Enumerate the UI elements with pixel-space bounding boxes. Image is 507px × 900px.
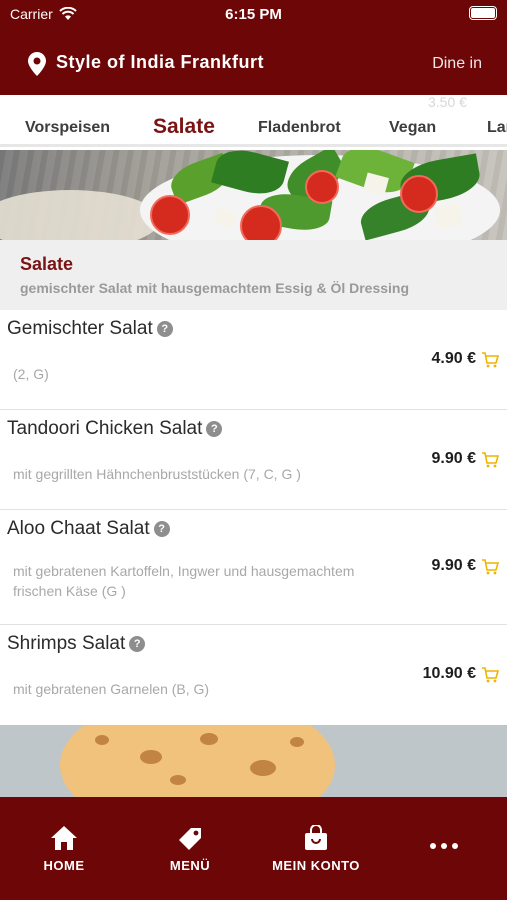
item-name: Aloo Chaat Salat	[7, 518, 150, 539]
battery-icon	[469, 6, 497, 20]
section-description: gemischter Salat mit hausgemachtem Essig…	[20, 280, 410, 296]
info-icon[interactable]: ?	[153, 521, 170, 537]
tab-vegan[interactable]: Vegan	[389, 119, 436, 137]
category-banner-image	[0, 150, 507, 240]
dine-in-toggle[interactable]: Dine in	[432, 55, 482, 73]
item-price: 4.90 €	[431, 350, 476, 367]
item-name: Shrimps Salat	[7, 633, 126, 654]
item-description: mit gegrillten Hähnchenbruststücken (7, …	[13, 466, 301, 482]
tab-home-label: HOME	[43, 858, 85, 873]
info-icon[interactable]: ?	[206, 421, 223, 437]
ghost-price: 3.50 €	[428, 95, 467, 110]
tab-menu-label: MENÜ	[169, 858, 211, 873]
item-price: 9.90 €	[431, 557, 476, 574]
tab-menu[interactable]: MENÜ	[140, 825, 240, 873]
item-description: (2, G)	[13, 366, 49, 382]
next-category-banner-image	[0, 725, 507, 797]
tab-lamm[interactable]: Lar	[487, 119, 507, 137]
menu-item[interactable]: Shrimps Salat ? mit gebratenen Garnelen …	[0, 625, 507, 725]
more-button[interactable]	[394, 837, 494, 855]
clock: 6:15 PM	[225, 6, 282, 23]
menu-item[interactable]: Gemischter Salat ? (2, G) 4.90 €	[0, 310, 507, 410]
status-bar: Carrier 6:15 PM	[0, 0, 507, 28]
menu-item[interactable]: Tandoori Chicken Salat ? mit gegrillten …	[0, 410, 507, 510]
info-icon[interactable]: ?	[129, 636, 146, 652]
item-price: 9.90 €	[431, 450, 476, 467]
item-name: Tandoori Chicken Salat	[7, 418, 203, 439]
item-name-row: Gemischter Salat ?	[7, 318, 173, 340]
top-bar: Carrier 6:15 PM Style of India Frankfurt…	[0, 0, 507, 95]
tab-account-label: MEIN KONTO	[272, 858, 360, 873]
item-name-row: Tandoori Chicken Salat ?	[7, 418, 223, 440]
shopping-bag-icon	[305, 824, 327, 850]
location-pin-icon	[28, 52, 46, 76]
item-name-row: Aloo Chaat Salat ?	[7, 518, 170, 540]
tab-salate[interactable]: Salate	[153, 115, 215, 139]
cart-icon[interactable]	[481, 352, 499, 368]
tab-home[interactable]: HOME	[14, 825, 114, 873]
item-name: Gemischter Salat	[7, 318, 153, 339]
tab-vorspeisen[interactable]: Vorspeisen	[25, 119, 110, 137]
app-header: Style of India Frankfurt Dine in	[0, 40, 507, 90]
bottom-tab-bar: HOME MENÜ MEIN KONTO	[0, 797, 507, 900]
restaurant-title[interactable]: Style of India Frankfurt	[56, 52, 264, 73]
item-description: mit gebratenen Garnelen (B, G)	[13, 681, 210, 697]
category-tabs: 3.50 € Vorspeisen Salate Fladenbrot Vega…	[0, 95, 507, 147]
tab-account[interactable]: MEIN KONTO	[266, 824, 366, 873]
item-description-line-2: frischen Käse (G )	[13, 583, 126, 599]
section-title: Salate	[20, 254, 74, 274]
tag-icon	[179, 828, 201, 850]
more-icon	[430, 843, 458, 849]
menu-item[interactable]: Aloo Chaat Salat ? mit gebratenen Kartof…	[0, 510, 507, 625]
item-description-line-1: mit gebratenen Kartoffeln, Ingwer und ha…	[13, 563, 355, 579]
cart-icon[interactable]	[481, 559, 499, 575]
cart-icon[interactable]	[481, 667, 499, 683]
info-icon[interactable]: ?	[156, 321, 173, 337]
cart-icon[interactable]	[481, 452, 499, 468]
tab-fladenbrot[interactable]: Fladenbrot	[258, 119, 341, 137]
item-name-row: Shrimps Salat ?	[7, 633, 146, 655]
home-icon	[51, 826, 77, 850]
item-price: 10.90 €	[422, 665, 476, 682]
section-header: Salate gemischter Salat mit hausgemachte…	[0, 240, 507, 310]
